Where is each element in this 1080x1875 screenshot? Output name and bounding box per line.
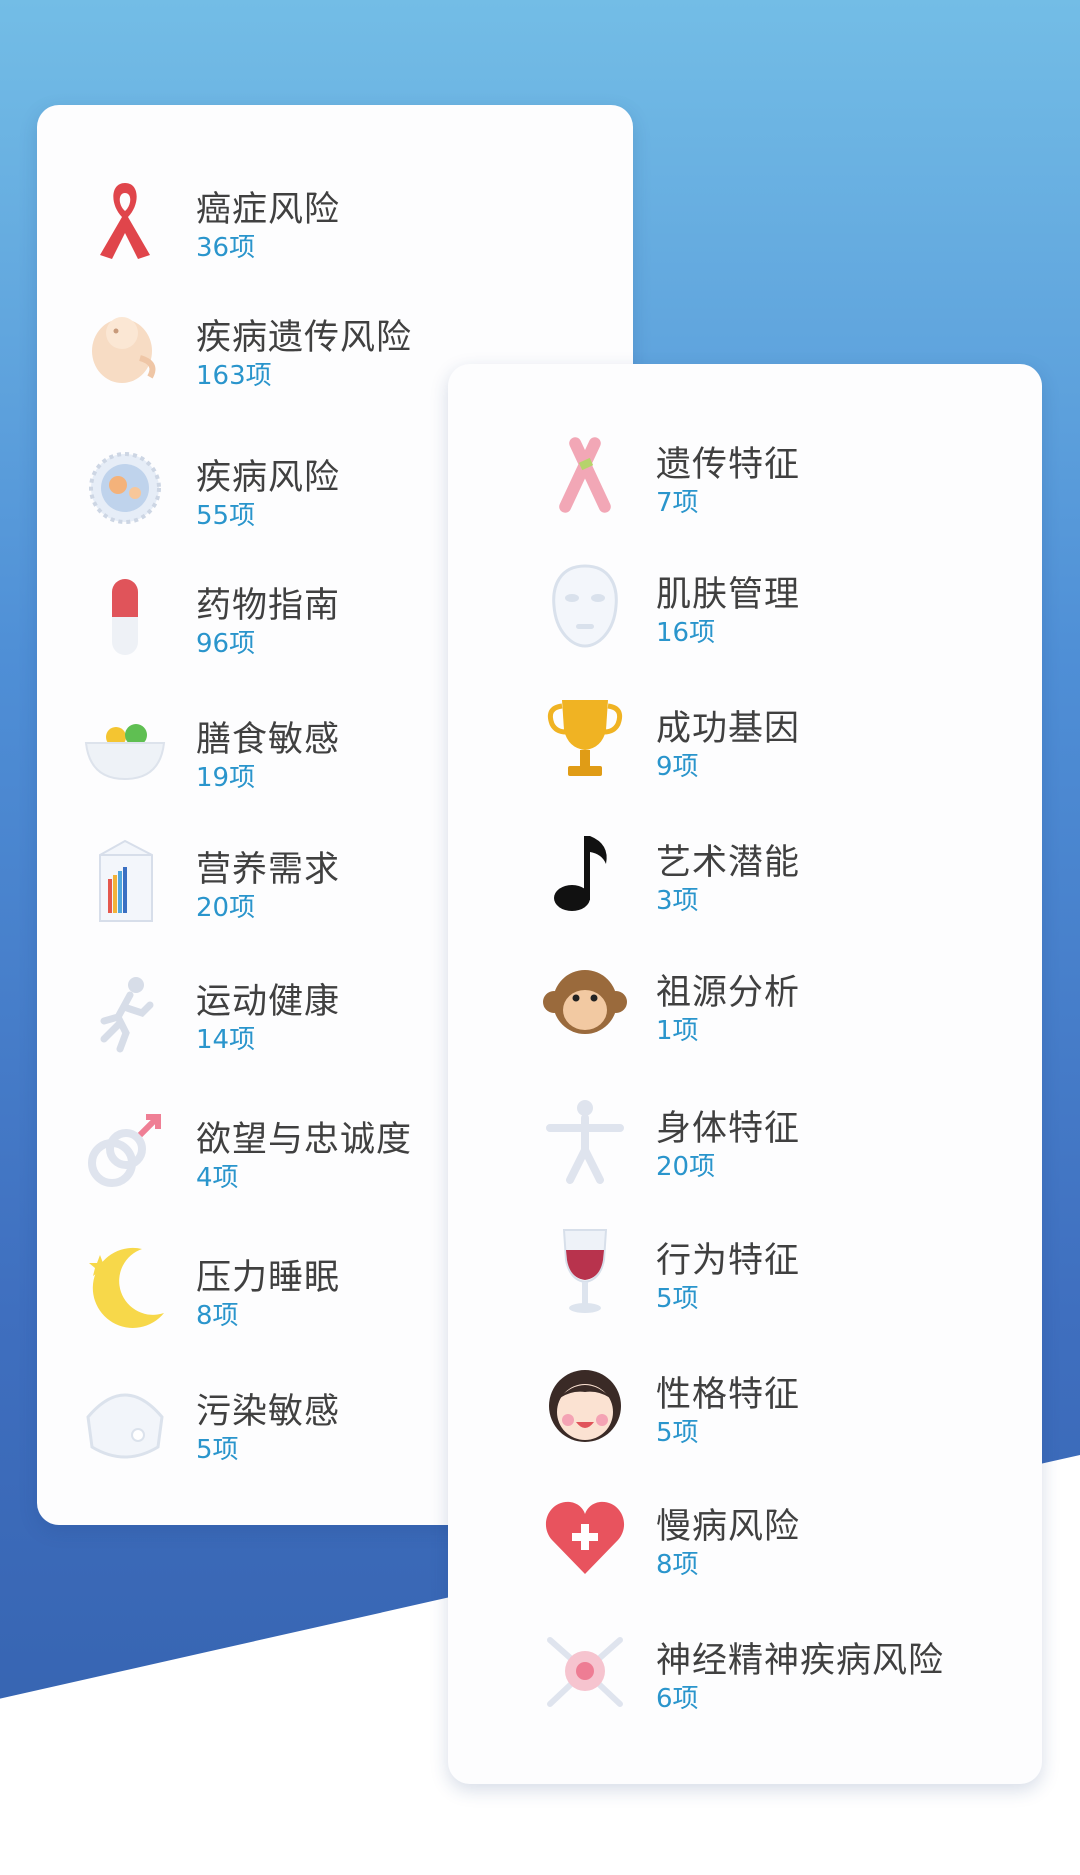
item-count: 19项 (196, 763, 256, 793)
list-item-drug-guide[interactable]: 药物指南 96项 (80, 571, 500, 681)
list-item-personality-traits[interactable]: 性格特征 5项 (540, 1360, 960, 1470)
cell-icon (80, 443, 170, 533)
item-count: 5项 (656, 1284, 699, 1314)
heart-plus-icon (540, 1492, 630, 1582)
face-mask-icon (540, 560, 630, 650)
neuron-icon (540, 1626, 630, 1716)
trophy-icon (540, 694, 630, 784)
ribbon-icon (80, 175, 170, 265)
item-count: 5项 (656, 1418, 699, 1448)
girl-face-icon (540, 1360, 630, 1450)
right-category-panel: 遗传特征 7项 肌肤管理 16项 成功基因 9项 艺术潜能 3项 祖源分析 1项 (448, 364, 1042, 1784)
item-count: 6项 (656, 1684, 699, 1714)
monkey-icon (540, 958, 630, 1048)
list-item-success-genes[interactable]: 成功基因 9项 (540, 694, 960, 804)
list-item-ancestry-analysis[interactable]: 祖源分析 1项 (540, 958, 960, 1068)
item-title: 营养需求 (196, 850, 341, 890)
item-count: 1项 (656, 1016, 699, 1046)
item-count: 36项 (196, 233, 256, 263)
item-count: 14项 (196, 1025, 256, 1055)
item-title: 欲望与忠诚度 (196, 1120, 413, 1160)
list-item-behavior-traits[interactable]: 行为特征 5项 (540, 1226, 960, 1336)
list-item-skin-care[interactable]: 肌肤管理 16项 (540, 560, 960, 670)
list-item-chronic-disease-risk[interactable]: 慢病风险 8项 (540, 1492, 960, 1602)
item-title: 污染敏感 (196, 1392, 341, 1432)
item-title: 性格特征 (656, 1375, 801, 1415)
mask-icon (80, 1377, 170, 1467)
item-count: 20项 (196, 893, 256, 923)
item-title: 疾病遗传风险 (196, 318, 413, 358)
list-item-stress-sleep[interactable]: 压力睡眠 8项 (80, 1243, 500, 1353)
item-title: 成功基因 (656, 709, 801, 749)
item-title: 艺术潜能 (656, 843, 801, 883)
item-title: 祖源分析 (656, 973, 801, 1013)
list-item-neuropsychiatric-risk[interactable]: 神经精神疾病风险 6项 (540, 1626, 1020, 1736)
music-note-icon (540, 828, 630, 918)
chromosome-icon (540, 430, 630, 520)
list-item-cancer-risk[interactable]: 癌症风险 36项 (80, 175, 500, 285)
item-count: 3项 (656, 886, 699, 916)
moon-icon (80, 1243, 170, 1333)
item-title: 遗传特征 (656, 445, 801, 485)
bowl-icon (80, 705, 170, 795)
item-title: 膳食敏感 (196, 720, 341, 760)
body-figure-icon (540, 1094, 630, 1184)
runner-icon (80, 967, 170, 1057)
list-item-body-traits[interactable]: 身体特征 20项 (540, 1094, 960, 1204)
item-count: 8项 (656, 1550, 699, 1580)
list-item-nutrition-needs[interactable]: 营养需求 20项 (80, 835, 500, 945)
item-title: 神经精神疾病风险 (656, 1641, 945, 1681)
list-item-sports-health[interactable]: 运动健康 14项 (80, 967, 500, 1077)
item-count: 9项 (656, 752, 699, 782)
item-count: 8项 (196, 1301, 239, 1331)
item-count: 16项 (656, 618, 716, 648)
wine-glass-icon (540, 1226, 630, 1316)
list-item-art-potential[interactable]: 艺术潜能 3项 (540, 828, 960, 938)
milk-carton-icon (80, 835, 170, 925)
item-title: 药物指南 (196, 586, 341, 626)
item-count: 4项 (196, 1163, 239, 1193)
capsule-icon (80, 571, 170, 661)
item-title: 压力睡眠 (196, 1258, 341, 1298)
item-count: 7项 (656, 488, 699, 518)
item-title: 行为特征 (656, 1241, 801, 1281)
list-item-genetic-traits[interactable]: 遗传特征 7项 (540, 430, 960, 540)
item-count: 5项 (196, 1435, 239, 1465)
item-title: 慢病风险 (656, 1507, 801, 1547)
item-title: 身体特征 (656, 1109, 801, 1149)
fetus-icon (80, 303, 170, 393)
ring-arrow-icon (80, 1105, 170, 1195)
list-item-desire-loyalty[interactable]: 欲望与忠诚度 4项 (80, 1105, 500, 1215)
list-item-diet-sensitivity[interactable]: 膳食敏感 19项 (80, 705, 500, 815)
list-item-disease-risk[interactable]: 疾病风险 55项 (80, 443, 500, 553)
item-title: 疾病风险 (196, 458, 341, 498)
item-title: 运动健康 (196, 982, 341, 1022)
item-count: 163项 (196, 361, 272, 391)
list-item-pollution-sensitivity[interactable]: 污染敏感 5项 (80, 1377, 500, 1487)
item-title: 肌肤管理 (656, 575, 801, 615)
list-item-hereditary-disease-risk[interactable]: 疾病遗传风险 163项 (80, 303, 500, 413)
item-title: 癌症风险 (196, 190, 341, 230)
item-count: 20项 (656, 1152, 716, 1182)
item-count: 96项 (196, 629, 256, 659)
item-count: 55项 (196, 501, 256, 531)
